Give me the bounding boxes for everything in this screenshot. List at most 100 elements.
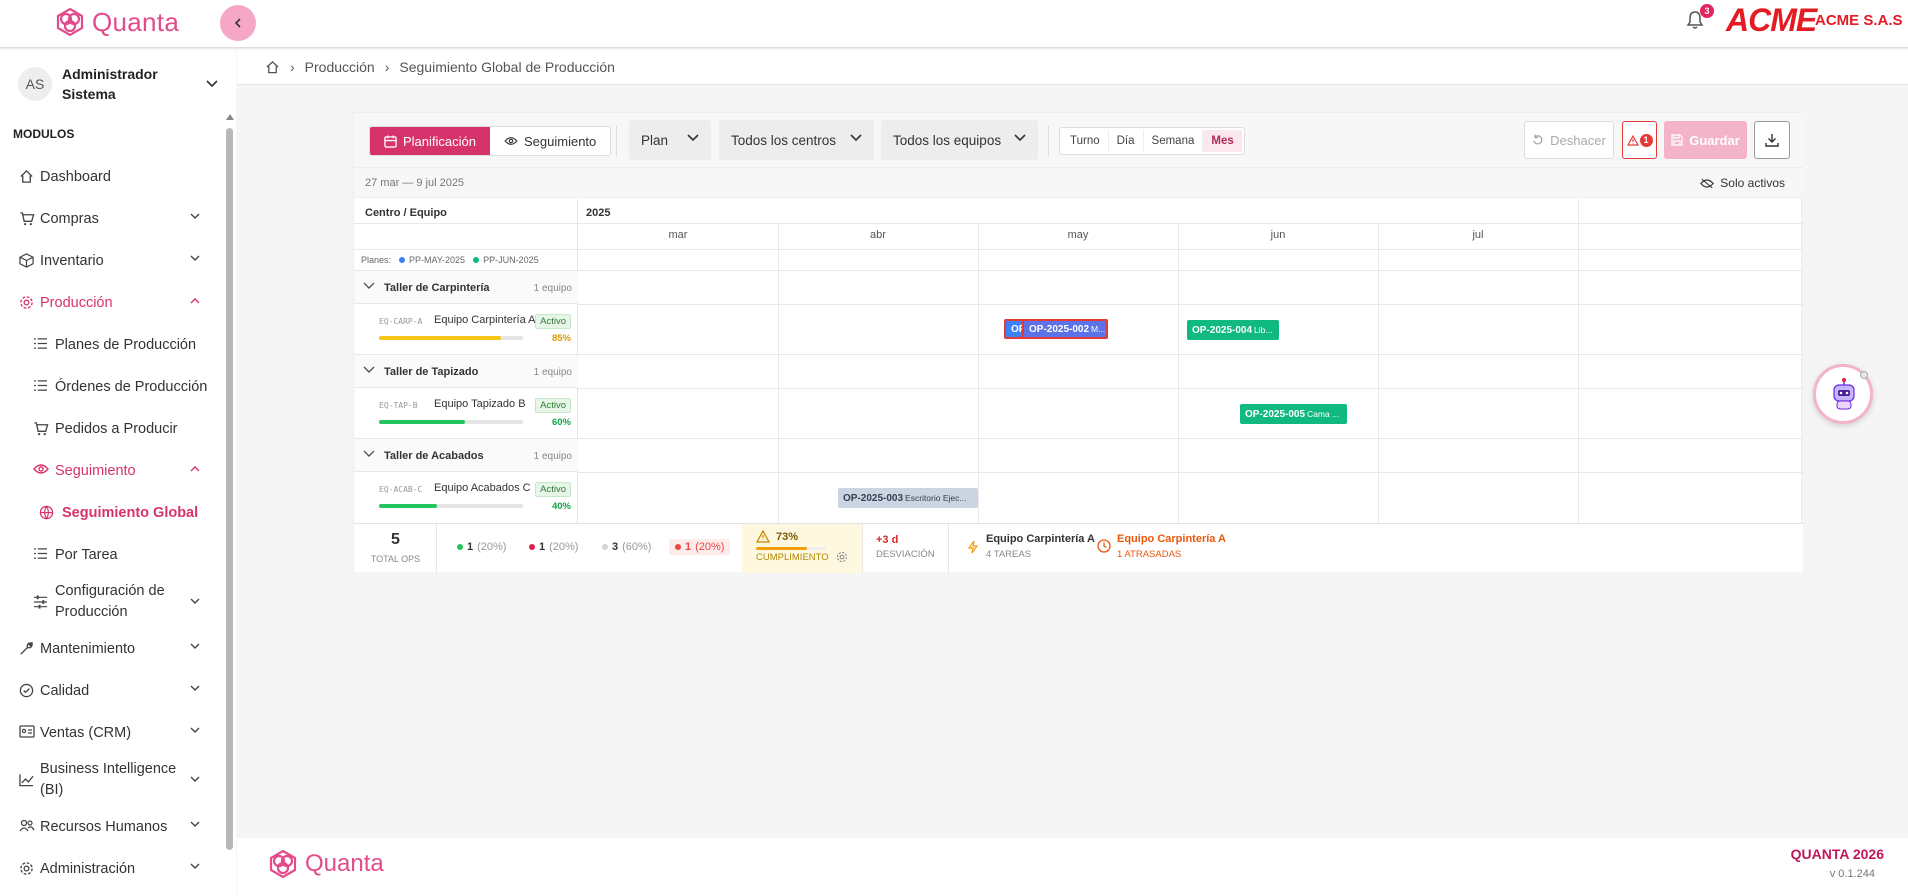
sidebar: AS Administrador Sistema MODULOS Dashboa…: [0, 49, 236, 896]
group-row[interactable]: Taller de Carpintería 1 equipo: [354, 270, 578, 304]
sidebar-item-inventario[interactable]: Inventario: [0, 240, 222, 282]
undo-button[interactable]: Deshacer: [1524, 121, 1614, 159]
assistant-bot-button[interactable]: [1813, 364, 1873, 424]
total-ops: 5 TOTAL OPS: [354, 524, 437, 573]
sidebar-item-label: Mantenimiento: [40, 641, 136, 657]
plans-legend: Planes: PP-MAY-2025 PP-JUN-2025: [361, 255, 539, 265]
sidebar-item-mantenimiento[interactable]: Mantenimiento: [0, 628, 222, 670]
plan-select[interactable]: Plan: [629, 120, 711, 160]
sidebar-item-label: Inventario: [40, 253, 104, 269]
sidebar-item-ventas[interactable]: Ventas (CRM): [0, 712, 222, 754]
download-button[interactable]: [1754, 121, 1790, 159]
status-badge: Activo: [535, 314, 571, 329]
sidebar-item-produccion[interactable]: Producción: [0, 282, 222, 324]
view-switcher: Turno Día Semana Mes: [1059, 127, 1245, 155]
sidebar-item-rrhh[interactable]: Recursos Humanos: [0, 806, 222, 848]
op-bar[interactable]: OP-2025-005 Cama ...: [1240, 404, 1347, 424]
load-bar-fill: [379, 336, 502, 340]
sidebar-item-seguimiento-global[interactable]: Seguimiento Global: [0, 492, 222, 534]
stat-count: 1: [539, 541, 546, 553]
stat-percent: (20%): [549, 541, 579, 553]
view-mes-button[interactable]: Mes: [1203, 130, 1242, 152]
sidebar-item-label: Configuración de Producción: [55, 583, 165, 620]
equipment-select-value: Todos los equipos: [893, 132, 1002, 148]
late-equipment: Equipo Carpintería A: [1117, 533, 1226, 545]
sidebar-item-bi[interactable]: Business Intelligence (BI): [0, 754, 222, 806]
equipment-row[interactable]: EQ-TAP-B Equipo Tapizado B Activo 60%: [354, 388, 578, 438]
quanta-logo-icon: [56, 7, 84, 37]
scroll-up-arrow[interactable]: [226, 114, 234, 120]
home-icon: [20, 169, 33, 183]
op-bar[interactable]: OP-2025-002 M...: [1022, 319, 1108, 339]
save-button[interactable]: Guardar: [1664, 121, 1747, 159]
sliders-icon: [33, 595, 48, 609]
breadcrumb-item[interactable]: Producción: [305, 59, 375, 75]
op-description: M...: [1091, 324, 1106, 334]
sidebar-item-por-tarea[interactable]: Por Tarea: [0, 534, 222, 576]
deviation-label: DESVIACIÓN: [876, 549, 935, 560]
check-circle-icon: [19, 683, 34, 698]
divider: [616, 126, 617, 156]
load-bar: [379, 336, 523, 340]
op-code: OP-2025-003: [843, 492, 904, 504]
centers-select[interactable]: Todos los centros: [719, 120, 874, 160]
group-row[interactable]: Taller de Acabados 1 equipo: [354, 438, 578, 472]
load-percent: 85%: [551, 333, 571, 344]
view-semana-button[interactable]: Semana: [1144, 130, 1204, 152]
sidebar-item-compras[interactable]: Compras: [0, 198, 222, 240]
compliance-block: 73% CUMPLIMIENTO: [742, 524, 863, 573]
stat-dot: [602, 544, 608, 550]
sidebar-item-ordenes[interactable]: Órdenes de Producción: [0, 366, 222, 408]
alerts-button[interactable]: 1: [1622, 121, 1657, 159]
stat-item: 1 (20%): [529, 541, 578, 553]
equipment-row[interactable]: EQ-ACAB-C Equipo Acabados C Activo 40%: [354, 472, 578, 522]
chevron-up-icon: [190, 298, 200, 304]
box-icon: [19, 253, 34, 268]
sidebar-scrollbar[interactable]: [225, 114, 234, 896]
view-dia-button[interactable]: Día: [1109, 130, 1144, 152]
chevron-down-icon: [850, 134, 862, 142]
mode-planning-button[interactable]: Planificación: [370, 127, 490, 155]
chevron-down-icon: [190, 863, 200, 869]
chevron-down-icon: [190, 821, 200, 827]
plan-legend-item[interactable]: PP-MAY-2025: [409, 255, 465, 265]
sidebar-item-configuracion[interactable]: Configuración de Producción: [0, 576, 222, 628]
user-menu[interactable]: AS Administrador Sistema: [18, 59, 218, 109]
sidebar-collapse-button[interactable]: [220, 5, 256, 41]
group-row[interactable]: Taller de Tapizado 1 equipo: [354, 354, 578, 388]
late-block: Equipo Carpintería A 1 ATRASADAS: [1097, 524, 1227, 573]
undo-label: Deshacer: [1550, 132, 1606, 148]
plan-legend-item[interactable]: PP-JUN-2025: [483, 255, 539, 265]
footer-brand-name: Quanta: [305, 850, 384, 877]
gear-icon: [20, 296, 33, 309]
gear-icon[interactable]: [836, 551, 848, 563]
load-percent: 40%: [551, 501, 571, 512]
sidebar-item-calidad[interactable]: Calidad: [0, 670, 222, 712]
op-bar[interactable]: OP-2025-004 Lib...: [1187, 320, 1279, 340]
equipment-row[interactable]: EQ-CARP-A Equipo Carpintería A Activo 85…: [354, 304, 578, 354]
sidebar-item-administracion[interactable]: Administración: [0, 848, 222, 890]
op-code: OP-2025-002: [1029, 323, 1090, 335]
scroll-thumb[interactable]: [226, 128, 233, 850]
save-label: Guardar: [1689, 132, 1740, 148]
load-bar-fill: [379, 504, 437, 508]
sidebar-item-seguimiento[interactable]: Seguimiento: [0, 450, 222, 492]
stat-item: 1 (20%): [669, 539, 731, 555]
op-description: Lib...: [1254, 325, 1273, 335]
op-bar[interactable]: OP-2025-003 Escritorio Ejec...: [838, 488, 978, 508]
view-turno-button[interactable]: Turno: [1062, 130, 1109, 152]
notifications-button[interactable]: 3: [1686, 4, 1714, 30]
eye-off-icon: [1700, 178, 1715, 188]
sidebar-item-dashboard[interactable]: Dashboard: [0, 156, 222, 198]
only-active-toggle[interactable]: Solo activos: [1700, 176, 1785, 190]
sidebar-item-planes[interactable]: Planes de Producción: [0, 324, 222, 366]
home-icon[interactable]: [265, 60, 280, 74]
sidebar-item-label: Producción: [40, 295, 113, 311]
brand-logo[interactable]: Quanta: [54, 6, 179, 38]
chevron-down-icon: [190, 776, 200, 782]
sidebar-item-pedidos[interactable]: Pedidos a Producir: [0, 408, 222, 450]
stat-count: 1: [467, 541, 474, 553]
equipment-select[interactable]: Todos los equipos: [881, 120, 1038, 160]
mode-tracking-button[interactable]: Seguimiento: [490, 127, 610, 155]
avatar: AS: [18, 67, 52, 101]
